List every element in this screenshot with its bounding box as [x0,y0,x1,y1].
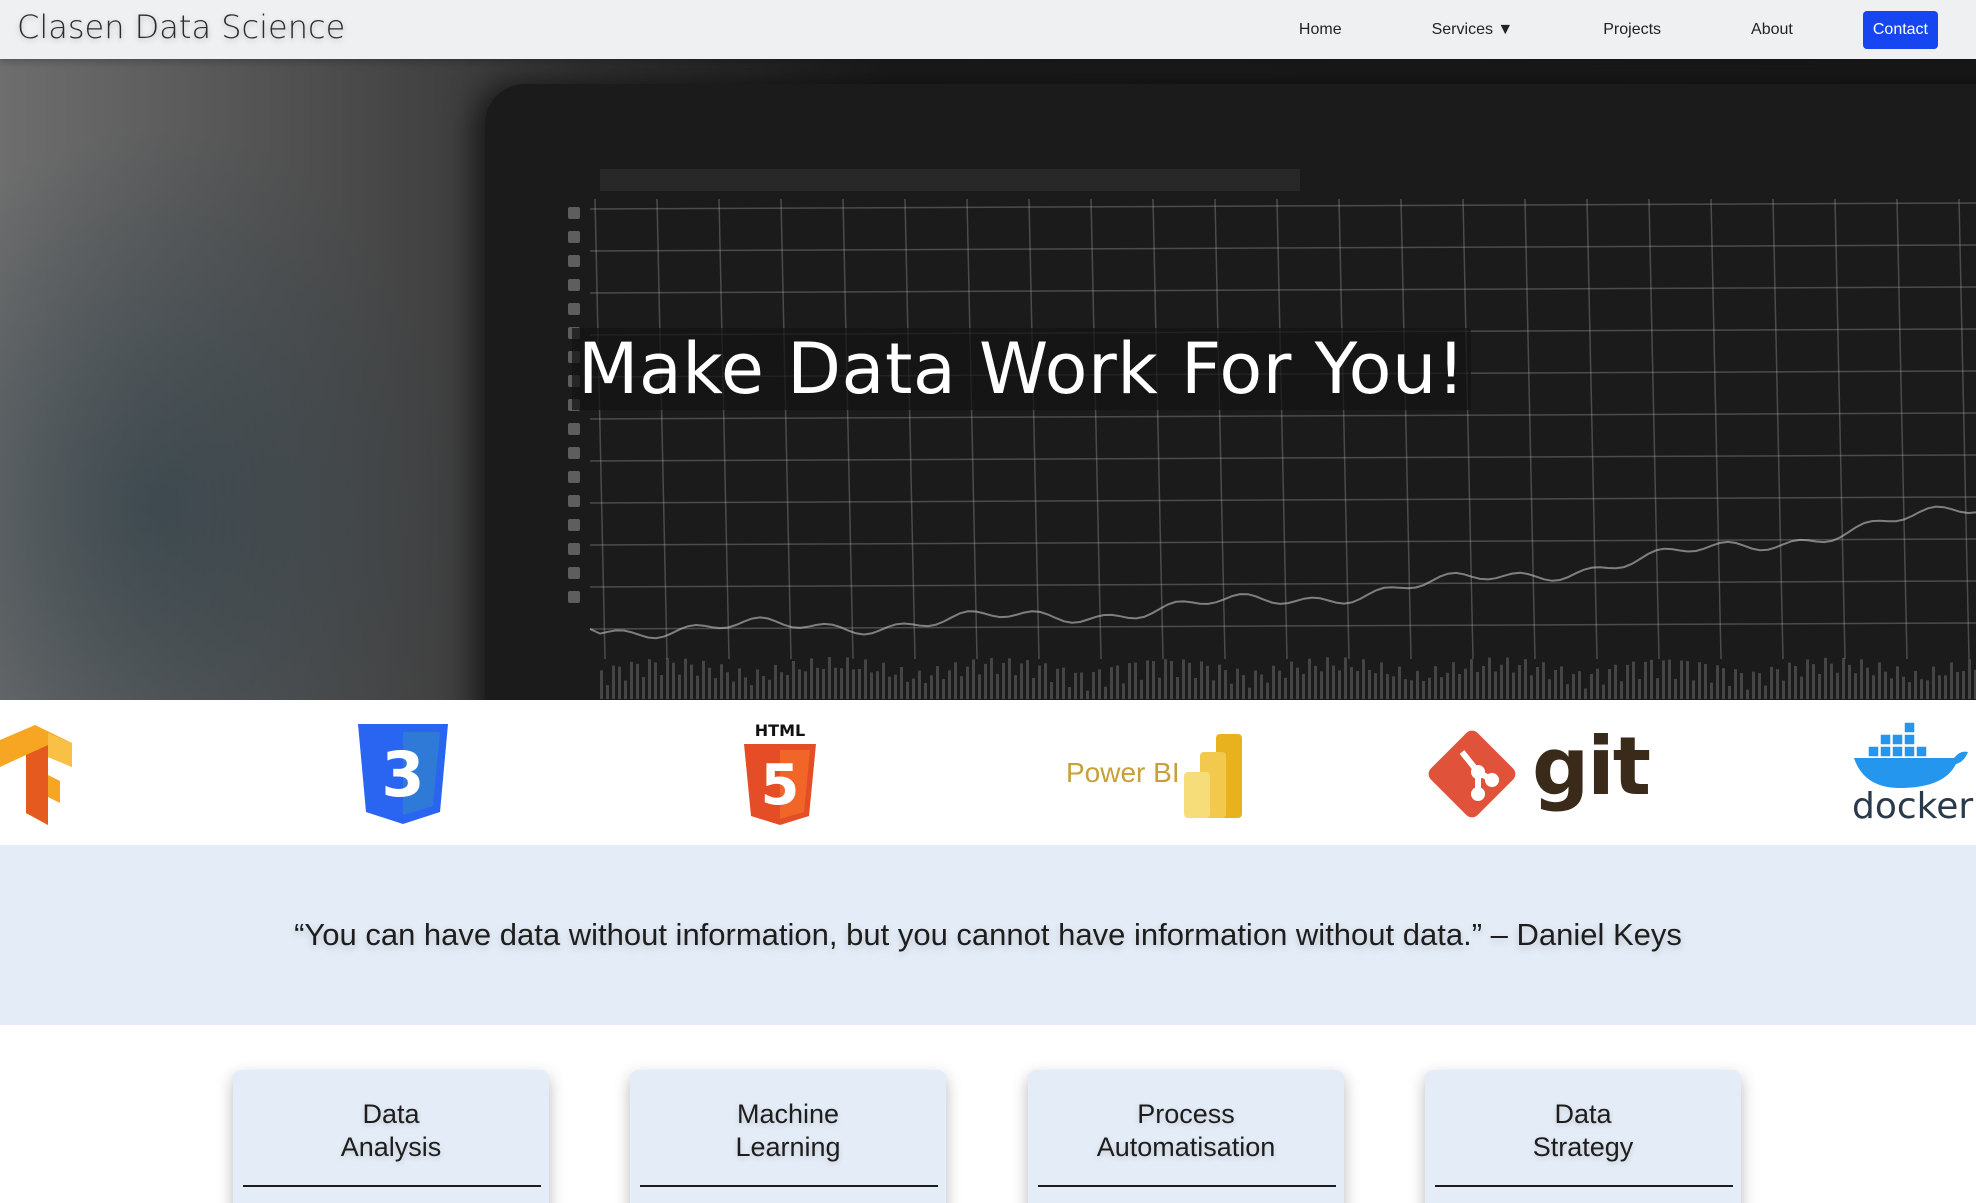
html5-logo: HTML 5 [744,721,816,825]
docker-logo-text: docker [1852,786,1974,827]
nav-link-about[interactable]: About [1751,21,1793,39]
service-card-data-strategy[interactable]: Data Strategy [1425,1070,1741,1203]
git-logo-text: git [1532,720,1651,813]
service-card-machine-learning[interactable]: Machine Learning [630,1070,946,1203]
service-card-divider [1435,1185,1733,1187]
nav-links: Home Services ▼ Projects About Contact [1299,0,1938,59]
quote-text: “You can have data without information, … [294,917,1682,952]
docker-logo: docker [1848,722,1976,827]
css3-logo-text: 3 [381,738,424,811]
html5-logo-text: HTML [755,721,805,740]
service-card-title: Process Automatisation [1096,1099,1276,1162]
services-section: Data Analysis Machine Learning Process A… [0,1025,1976,1203]
service-card-title: Data Analysis [340,1099,442,1162]
git-icon [1428,730,1516,818]
power-bi-logo: Power BI [1066,734,1256,819]
docker-whale-icon [1854,722,1968,788]
html5-logo-badge: 5 [761,753,800,818]
git-logo: git [1426,720,1651,821]
technology-logo-strip: 3 HTML 5 Power BI git docker [0,700,1976,845]
contact-button[interactable]: Contact [1862,10,1938,49]
nav-link-projects[interactable]: Projects [1603,21,1661,39]
service-card-process-automatisation[interactable]: Process Automatisation [1028,1070,1344,1203]
service-card-data-analysis[interactable]: Data Analysis [233,1070,549,1203]
service-card-title: Data Strategy [1532,1099,1634,1162]
hero-title: Make Data Work For You! [572,328,1472,410]
service-card-divider [243,1185,541,1187]
nav-link-home[interactable]: Home [1299,21,1342,39]
nav-link-services[interactable]: Services ▼ [1432,21,1514,39]
quote-section: “You can have data without information, … [0,845,1976,1025]
hero-banner: Make Data Work For You! [0,59,1976,700]
tensorflow-logo [0,725,72,825]
top-navigation: Clasen Data Science Home Services ▼ Proj… [0,0,1976,59]
service-card-title: Machine Learning [735,1099,841,1162]
service-card-divider [640,1185,938,1187]
power-bi-logo-text: Power BI [1066,757,1180,788]
site-brand[interactable]: Clasen Data Science [17,8,345,46]
css3-logo: 3 [358,724,448,824]
service-card-divider [1038,1185,1336,1187]
